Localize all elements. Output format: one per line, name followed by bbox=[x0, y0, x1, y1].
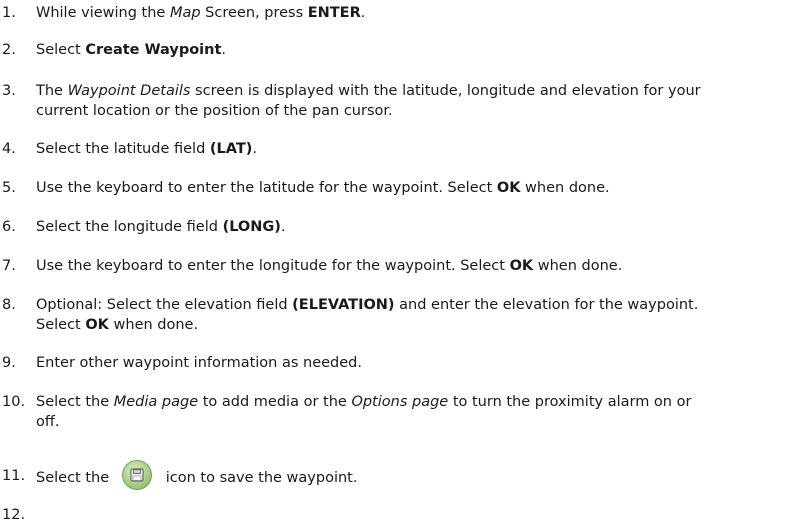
step-text-run: off. bbox=[36, 414, 60, 430]
step-text-run: Optional: Select the elevation field bbox=[36, 297, 293, 313]
step-text-run: when done. bbox=[533, 258, 623, 274]
step-number: 9. bbox=[2, 355, 16, 371]
step-number: 3. bbox=[2, 83, 16, 99]
step-text-run: The bbox=[36, 83, 68, 99]
step-text-run: Select the latitude field bbox=[36, 141, 210, 157]
step-text-run: . bbox=[252, 141, 257, 157]
italic-term: Map bbox=[169, 5, 201, 21]
bold-term: OK bbox=[509, 258, 534, 274]
step-number: 11. bbox=[2, 468, 26, 484]
instruction-list: 1. While viewing the Map Screen, press EN… bbox=[0, 0, 806, 530]
bold-term: OK bbox=[85, 317, 109, 333]
step-text: Select the Media page to add media or th… bbox=[36, 392, 801, 432]
step-text-run: Select the bbox=[36, 394, 114, 410]
italic-term: Waypoint Details bbox=[67, 83, 191, 99]
step-text: Select Create Waypoint. bbox=[36, 40, 801, 60]
step-text: Use the keyboard to enter the longitude … bbox=[36, 256, 801, 276]
italic-term: Options page bbox=[351, 394, 449, 410]
step-number: 12. bbox=[2, 507, 26, 523]
bold-term: Create Waypoint bbox=[85, 42, 222, 58]
step-text-run: when done. bbox=[108, 317, 199, 333]
step-text-run: current location or the position of the … bbox=[36, 103, 393, 119]
step-text-run: and enter the elevation for the waypoint… bbox=[394, 297, 699, 313]
step-text: Select the latitude field (LAT). bbox=[36, 139, 801, 159]
step-text-run: to add media or the bbox=[198, 394, 352, 410]
save-icon bbox=[121, 460, 152, 490]
bold-term: (LONG) bbox=[222, 219, 281, 235]
step-text: While viewing the Map Screen, press ENTE… bbox=[36, 3, 801, 23]
step-text-run: Use the keyboard to enter the longitude … bbox=[36, 258, 510, 274]
step-text-run: to turn the proximity alarm on or bbox=[448, 394, 692, 410]
step-text-run: Use the keyboard to enter the latitude f… bbox=[36, 180, 497, 196]
step-number: 4. bbox=[2, 141, 16, 157]
step-number: 10. bbox=[2, 394, 26, 410]
step-text-run: Enter other waypoint information as need… bbox=[36, 355, 362, 371]
bold-term: (LAT) bbox=[209, 141, 253, 157]
step-number: 2. bbox=[2, 42, 16, 58]
step-text-run: screen is displayed with the latitude, l… bbox=[190, 83, 701, 99]
step-number: 7. bbox=[2, 258, 16, 274]
step-text: Use the keyboard to enter the latitude f… bbox=[36, 178, 801, 198]
step-text-run: . bbox=[360, 5, 366, 21]
step-text-run: . bbox=[280, 219, 286, 235]
bold-term: OK bbox=[496, 180, 521, 196]
step-text: Enter other waypoint information as need… bbox=[36, 353, 801, 373]
step-number: 6. bbox=[2, 219, 16, 235]
step-text-run: icon to save the waypoint. bbox=[165, 470, 358, 486]
step-text: The Waypoint Details screen is displayed… bbox=[36, 81, 801, 121]
step-text: Optional: Select the elevation field (EL… bbox=[36, 295, 801, 335]
step-number: 5. bbox=[2, 180, 16, 196]
step-text-run: Select bbox=[36, 317, 86, 333]
step-text: Select the icon to save the waypoint. bbox=[36, 460, 801, 490]
step-text: Select the longitude field (LONG). bbox=[36, 217, 801, 237]
step-text-run: Select the longitude field bbox=[36, 219, 223, 235]
bold-term: ENTER bbox=[307, 5, 361, 21]
step-text-run: when done. bbox=[520, 180, 610, 196]
bold-term: (ELEVATION) bbox=[292, 297, 395, 313]
step-number: 8. bbox=[2, 297, 16, 313]
step-text-run: While viewing the bbox=[36, 5, 170, 21]
step-text-run: Screen, press bbox=[200, 5, 308, 21]
step-text-run: Select the bbox=[36, 470, 114, 486]
step-text-run: Select bbox=[36, 42, 86, 58]
italic-term: Media page bbox=[113, 394, 199, 410]
step-number: 1. bbox=[2, 5, 16, 21]
step-text-run: . bbox=[221, 42, 227, 58]
